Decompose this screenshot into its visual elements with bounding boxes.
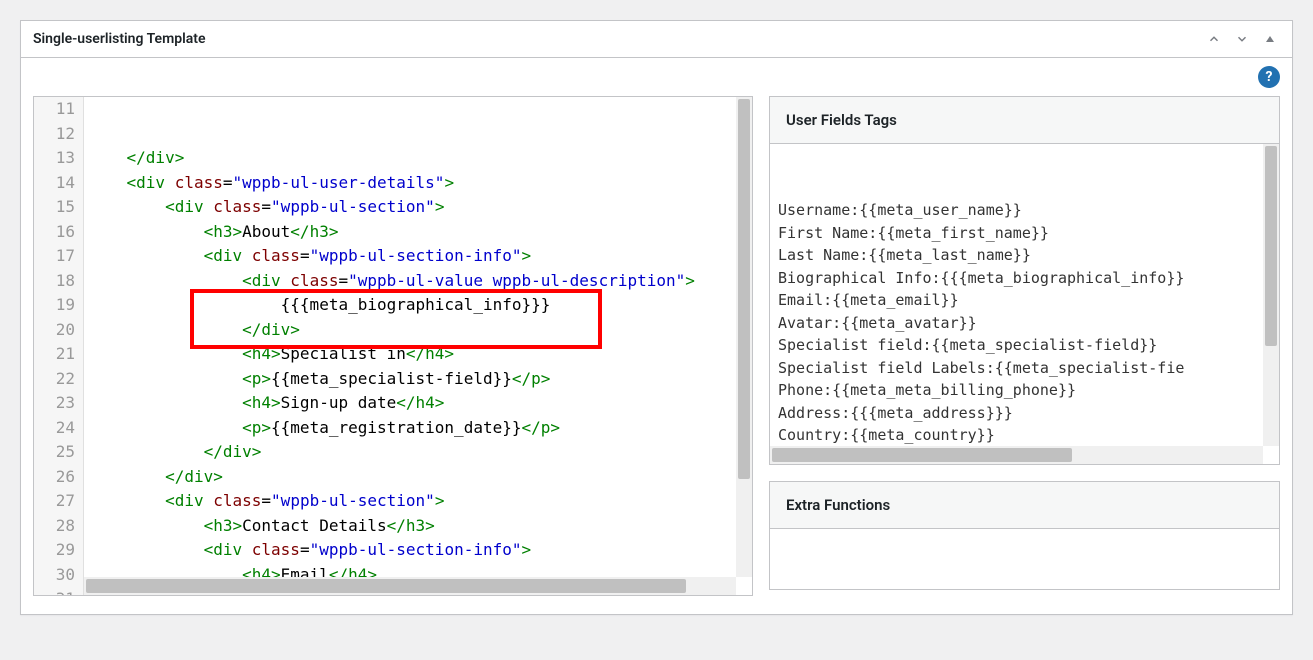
- code-line[interactable]: <p>{{meta_specialist-field}}</p>: [88, 367, 752, 392]
- field-tag[interactable]: Specialist field:{{meta_specialist-field…: [778, 334, 1279, 357]
- line-number: 31: [34, 587, 75, 596]
- user-fields-list[interactable]: Username:{{meta_user_name}}First Name:{{…: [770, 144, 1279, 464]
- code-area[interactable]: </div> <div class="wppb-ul-user-details"…: [84, 97, 752, 577]
- line-gutter: 1112131415161718192021222324252627282930…: [34, 97, 84, 595]
- code-line[interactable]: <h4>Email</h4>: [88, 563, 752, 578]
- chevron-up-icon[interactable]: [1204, 29, 1224, 49]
- code-line[interactable]: </div>: [88, 146, 752, 171]
- line-number: 28: [34, 514, 75, 539]
- code-line[interactable]: <div class="wppb-ul-value wppb-ul-descri…: [88, 269, 752, 294]
- code-hscrollbar-thumb[interactable]: [86, 579, 686, 593]
- line-number: 24: [34, 416, 75, 441]
- line-number: 21: [34, 342, 75, 367]
- fields-vscrollbar-thumb[interactable]: [1265, 146, 1277, 346]
- code-vscrollbar-thumb[interactable]: [738, 99, 750, 479]
- code-line[interactable]: <div class="wppb-ul-user-details">: [88, 171, 752, 196]
- field-tag[interactable]: First Name:{{meta_first_name}}: [778, 222, 1279, 245]
- code-line[interactable]: </div>: [88, 318, 752, 343]
- line-number: 22: [34, 367, 75, 392]
- code-line[interactable]: <p>{{meta_registration_date}}</p>: [88, 416, 752, 441]
- code-editor[interactable]: 1112131415161718192021222324252627282930…: [33, 96, 753, 596]
- panel-title: Single-userlisting Template: [33, 31, 206, 47]
- line-number: 20: [34, 318, 75, 343]
- field-tag[interactable]: Avatar:{{meta_avatar}}: [778, 312, 1279, 335]
- editor-row: 1112131415161718192021222324252627282930…: [33, 96, 1280, 596]
- line-number: 29: [34, 538, 75, 563]
- extra-functions-body: [770, 529, 1279, 589]
- user-fields-header[interactable]: User Fields Tags: [770, 97, 1279, 144]
- line-number: 30: [34, 563, 75, 588]
- fields-hscrollbar[interactable]: [770, 446, 1263, 464]
- line-number: 19: [34, 293, 75, 318]
- line-number: 12: [34, 122, 75, 147]
- code-line[interactable]: </div>: [88, 440, 752, 465]
- line-number: 11: [34, 97, 75, 122]
- fields-vscrollbar[interactable]: [1263, 144, 1279, 446]
- line-number: 23: [34, 391, 75, 416]
- code-line[interactable]: {{{meta_biographical_info}}}: [88, 293, 752, 318]
- panel-header[interactable]: Single-userlisting Template: [21, 21, 1292, 58]
- line-number: 26: [34, 465, 75, 490]
- fields-hscrollbar-thumb[interactable]: [772, 448, 1072, 462]
- collapse-triangle-icon[interactable]: [1260, 29, 1280, 49]
- field-tag[interactable]: Phone:{{meta_meta_billing_phone}}: [778, 379, 1279, 402]
- code-line[interactable]: </div>: [88, 465, 752, 490]
- code-line[interactable]: <div class="wppb-ul-section-info">: [88, 538, 752, 563]
- code-hscrollbar[interactable]: [84, 577, 736, 595]
- user-fields-panel: User Fields Tags Username:{{meta_user_na…: [769, 96, 1280, 465]
- field-tag[interactable]: Username:{{meta_user_name}}: [778, 199, 1279, 222]
- line-number: 13: [34, 146, 75, 171]
- panel-controls: [1204, 29, 1280, 49]
- code-line[interactable]: <h4>Specialist in</h4>: [88, 342, 752, 367]
- field-tag[interactable]: Biographical Info:{{{meta_biographical_i…: [778, 267, 1279, 290]
- panel-body: ? 11121314151617181920212223242526272829…: [21, 58, 1292, 614]
- line-number: 27: [34, 489, 75, 514]
- field-tag[interactable]: Specialist field Labels:{{meta_specialis…: [778, 357, 1279, 380]
- code-line[interactable]: <div class="wppb-ul-section">: [88, 195, 752, 220]
- line-number: 17: [34, 244, 75, 269]
- code-line[interactable]: <h3>About</h3>: [88, 220, 752, 245]
- code-line[interactable]: <h3>Contact Details</h3>: [88, 514, 752, 539]
- field-tag[interactable]: Email:{{meta_email}}: [778, 289, 1279, 312]
- code-vscrollbar[interactable]: [736, 97, 752, 577]
- field-tag[interactable]: Address:{{{meta_address}}}: [778, 402, 1279, 425]
- code-line[interactable]: <div class="wppb-ul-section">: [88, 489, 752, 514]
- text-caret: [190, 295, 191, 315]
- line-number: 15: [34, 195, 75, 220]
- field-tag[interactable]: Country:{{meta_country}}: [778, 424, 1279, 447]
- field-tag[interactable]: Last Name:{{meta_last_name}}: [778, 244, 1279, 267]
- code-line[interactable]: <div class="wppb-ul-section-info">: [88, 244, 752, 269]
- sidebar: User Fields Tags Username:{{meta_user_na…: [769, 96, 1280, 596]
- code-line[interactable]: <h4>Sign-up date</h4>: [88, 391, 752, 416]
- help-icon[interactable]: ?: [1258, 66, 1280, 88]
- line-number: 18: [34, 269, 75, 294]
- template-panel: Single-userlisting Template ? 1112131415…: [20, 20, 1293, 615]
- chevron-down-icon[interactable]: [1232, 29, 1252, 49]
- line-number: 25: [34, 440, 75, 465]
- extra-functions-header[interactable]: Extra Functions: [770, 482, 1279, 529]
- line-number: 16: [34, 220, 75, 245]
- extra-functions-panel: Extra Functions: [769, 481, 1280, 590]
- line-number: 14: [34, 171, 75, 196]
